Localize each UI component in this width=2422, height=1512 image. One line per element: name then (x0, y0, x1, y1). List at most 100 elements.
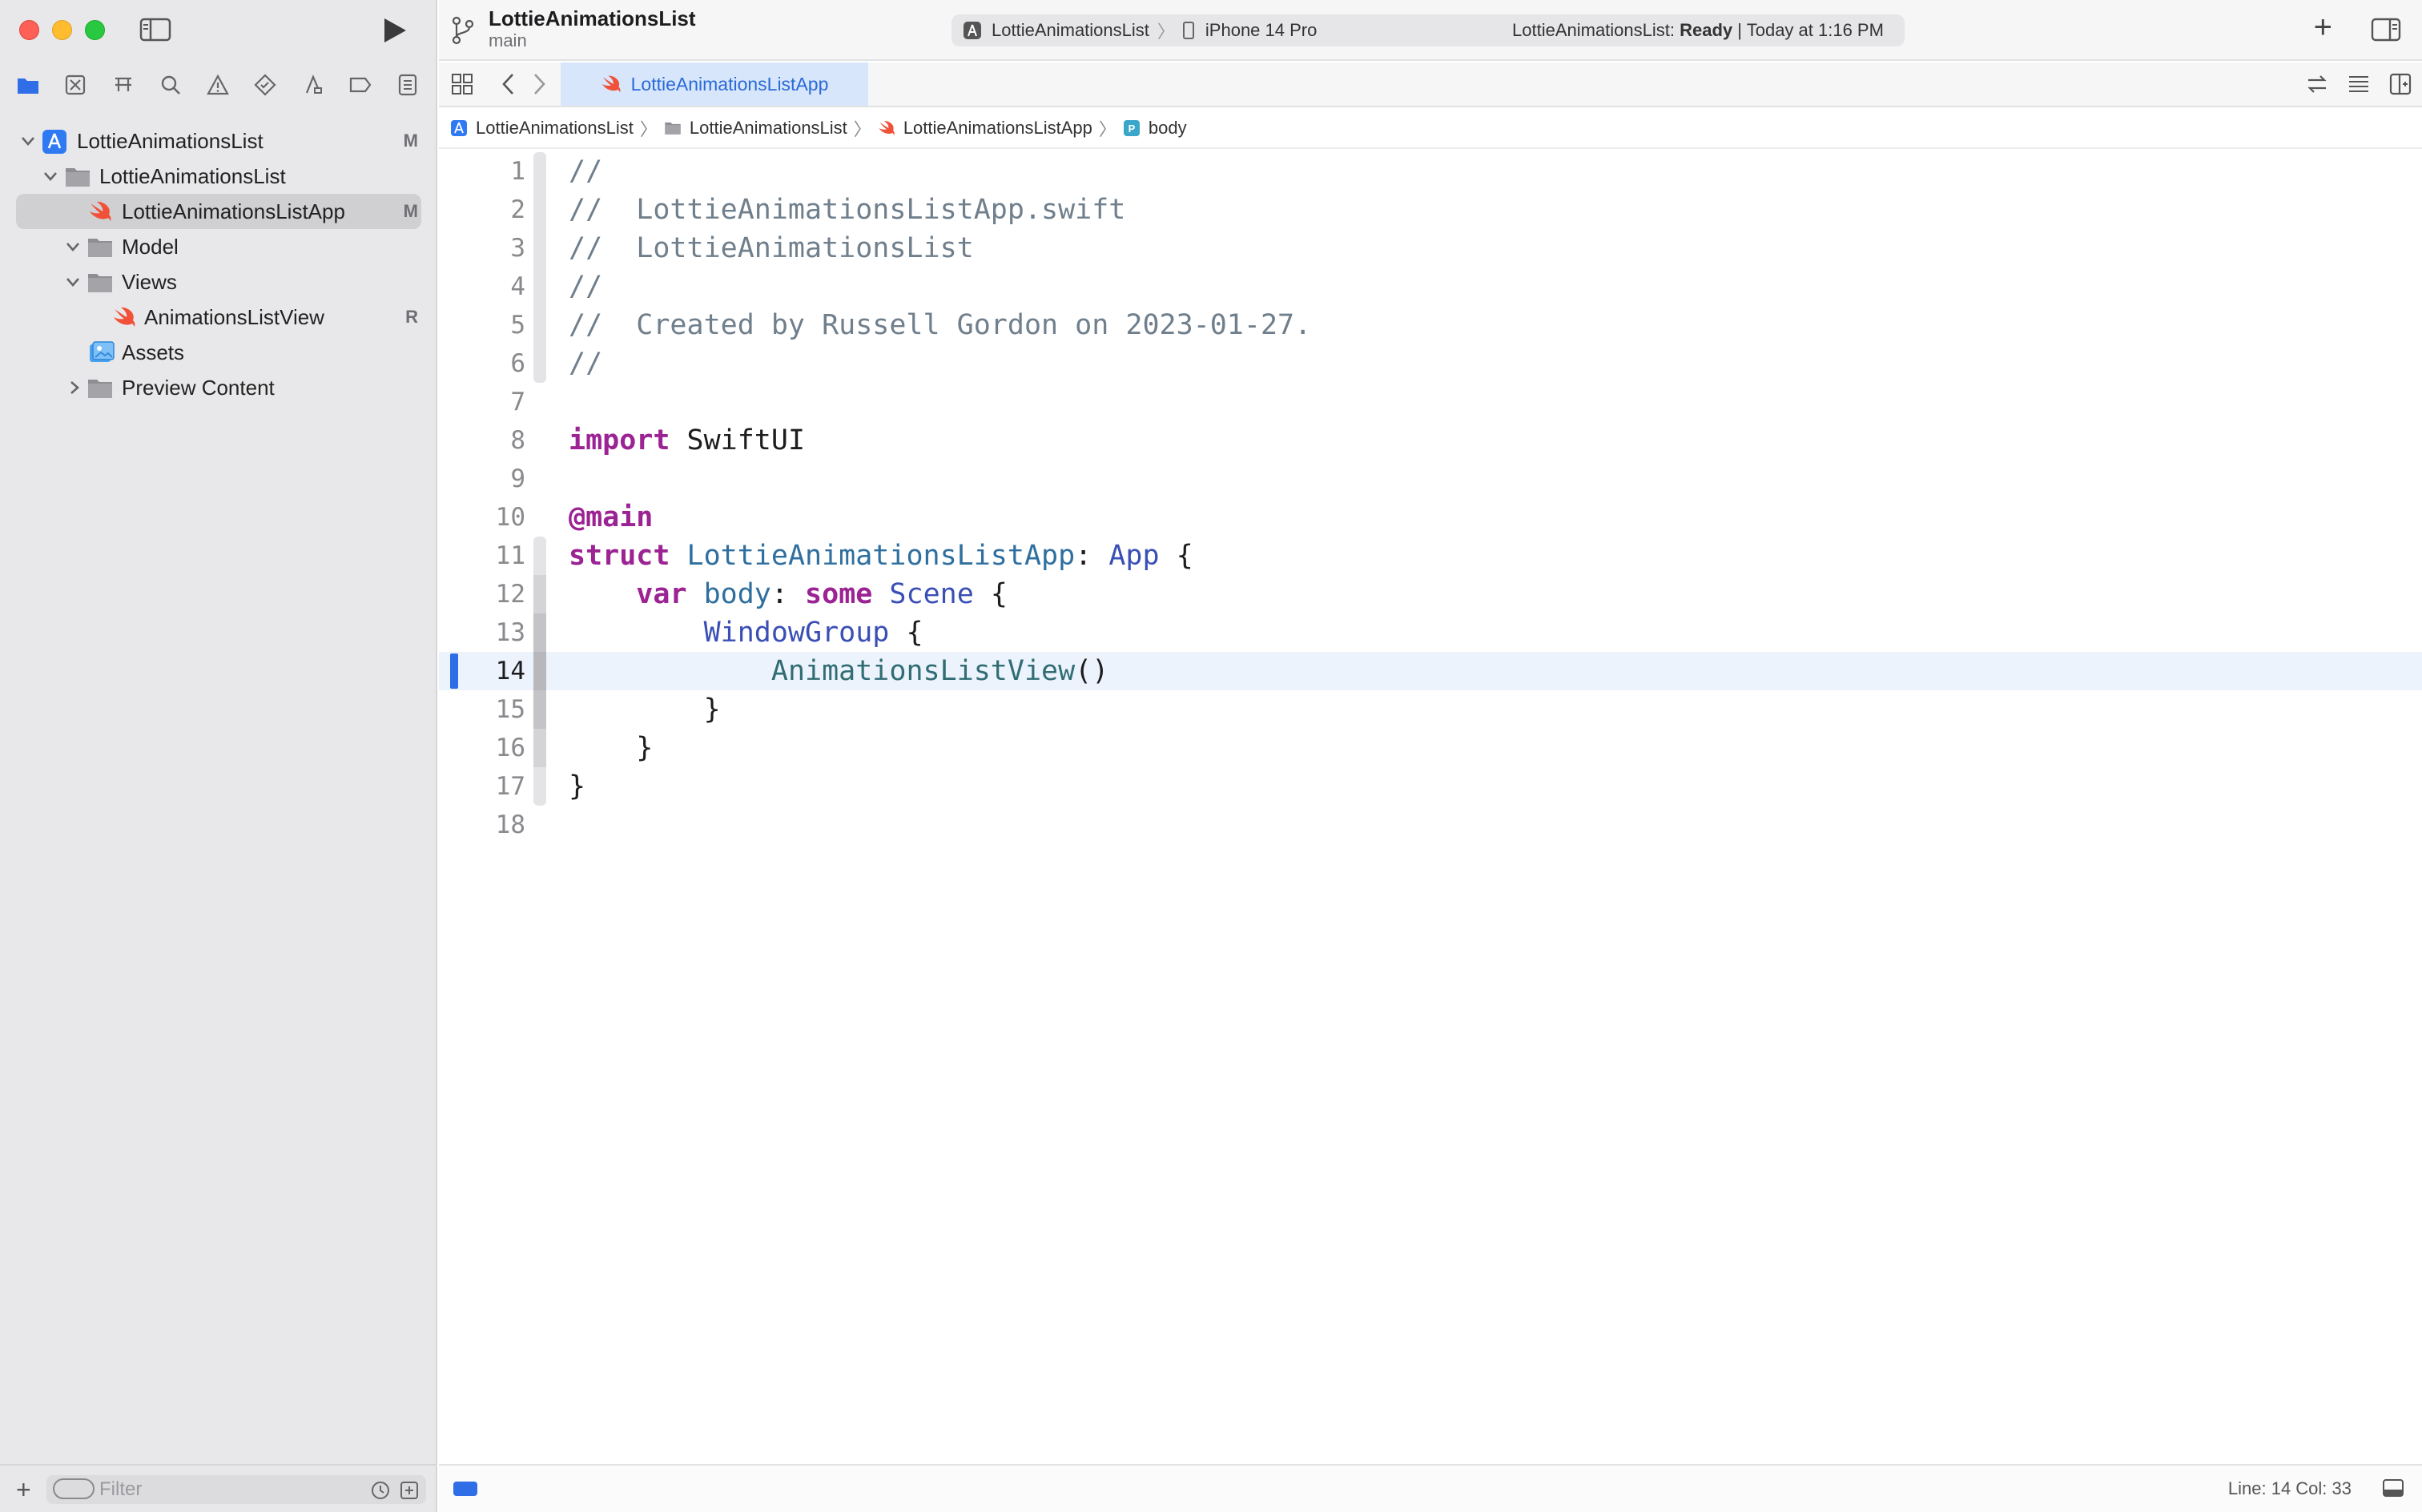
code-line[interactable]: 12 var body: some Scene { (439, 575, 2422, 613)
fold-ribbon[interactable] (533, 537, 546, 575)
code-line[interactable]: 13 WindowGroup { (439, 613, 2422, 652)
code-line[interactable]: 17} (439, 767, 2422, 806)
sidebar-toggle-icon[interactable] (139, 18, 171, 42)
editor-tab-bar: LottieAnimationsListApp (439, 62, 2422, 107)
code-line[interactable]: 1 // (439, 152, 2422, 191)
breadcrumb-symbol[interactable]: P body (1123, 118, 1187, 139)
code-text: struct LottieAnimationsListApp: App { (569, 540, 1193, 572)
breakpoint-icon[interactable] (347, 71, 374, 99)
folder-icon (88, 380, 112, 398)
fold-ribbon[interactable] (533, 152, 546, 191)
fold-ribbon[interactable] (533, 613, 546, 652)
branch-icon[interactable] (450, 16, 476, 45)
code-line[interactable]: 15 } (439, 690, 2422, 729)
tree-item-group[interactable]: LottieAnimationsList (0, 159, 437, 194)
add-library-button[interactable]: + (2314, 11, 2332, 43)
tree-item-assets[interactable]: Assets (0, 335, 437, 370)
code-review-icon[interactable] (2305, 72, 2329, 96)
code-line[interactable]: 2 // LottieAnimationsListApp.swift (439, 191, 2422, 229)
code-line[interactable]: 8 import SwiftUI (439, 421, 2422, 460)
forward-icon[interactable] (529, 70, 549, 98)
chevron-down-icon[interactable] (64, 273, 82, 291)
debug-icon[interactable] (300, 71, 327, 99)
minimize-window-button[interactable] (52, 20, 72, 40)
code-line[interactable]: 9 (439, 460, 2422, 498)
split-editor-icon[interactable] (2388, 72, 2412, 96)
breadcrumb-project[interactable]: LottieAnimationsList (450, 118, 634, 139)
related-items-icon[interactable] (450, 72, 474, 96)
symbol-icon[interactable] (110, 71, 137, 99)
code-line[interactable]: 3 // LottieAnimationsList (439, 229, 2422, 267)
fold-ribbon[interactable] (533, 306, 546, 344)
source-control-icon[interactable] (62, 71, 89, 99)
breadcrumb-label: body (1148, 118, 1187, 138)
chevron-right-icon[interactable] (66, 379, 83, 396)
test-icon[interactable] (251, 71, 279, 99)
report-icon[interactable] (394, 71, 421, 99)
fold-ribbon[interactable] (533, 229, 546, 267)
fold-ribbon[interactable] (533, 191, 546, 229)
folder-icon (88, 274, 112, 292)
source-editor[interactable]: 1 // 2 // LottieAnimationsListApp.swift 3 /… (439, 152, 2422, 1466)
fold-ribbon[interactable] (533, 344, 546, 383)
branch-name: main (489, 30, 527, 50)
code-line[interactable]: 10 @main (439, 498, 2422, 537)
find-icon[interactable] (157, 71, 184, 99)
fold-ribbon[interactable] (533, 575, 546, 613)
run-button[interactable] (380, 16, 408, 45)
tree-item-selected-file[interactable]: LottieAnimationsListApp M (16, 194, 421, 229)
tree-item-folder-views[interactable]: Views (0, 264, 437, 300)
breadcrumb-group[interactable]: LottieAnimationsList (664, 118, 847, 139)
recent-files-icon[interactable] (370, 1480, 391, 1501)
code-line[interactable]: 16 } (439, 729, 2422, 767)
editor-options-icon[interactable] (2347, 72, 2371, 96)
chevron-down-icon[interactable] (64, 238, 82, 255)
tab-lottieanimationslistapp[interactable]: LottieAnimationsListApp (561, 62, 868, 106)
code-line[interactable]: 18 (439, 806, 2422, 844)
code-line[interactable]: 11 struct LottieAnimationsListApp: App { (439, 537, 2422, 575)
close-window-button[interactable] (19, 20, 39, 40)
zoom-window-button[interactable] (85, 20, 105, 40)
debug-area-toggle[interactable] (453, 1482, 477, 1496)
line-number: 18 (495, 810, 525, 839)
current-code-line[interactable]: 14 AnimationsListView() (439, 652, 2422, 690)
chevron-down-icon[interactable] (19, 132, 37, 150)
tree-item-file-animationslistview[interactable]: AnimationsListView R (0, 300, 437, 335)
breadcrumb-file[interactable]: LottieAnimationsListApp (878, 118, 1092, 139)
code-line[interactable]: 4 // (439, 267, 2422, 306)
run-destination-selector[interactable]: iPhone 14 Pro (1205, 20, 1317, 41)
fold-ribbon[interactable] (533, 652, 546, 690)
debug-area-icon[interactable] (2382, 1478, 2404, 1498)
add-file-button[interactable]: + (16, 1477, 31, 1502)
code-line[interactable]: 5 // Created by Russell Gordon on 2023-01… (439, 306, 2422, 344)
filter-options-icon[interactable] (53, 1478, 95, 1499)
scm-status-badge: M (403, 201, 418, 221)
issue-icon[interactable] (204, 71, 231, 99)
tree-item-label: Assets (122, 340, 185, 364)
tree-item-folder-model[interactable]: Model (0, 229, 437, 264)
code-line[interactable]: 7 (439, 383, 2422, 421)
back-icon[interactable] (498, 70, 519, 98)
tree-item-folder-preview-content[interactable]: Preview Content (0, 370, 437, 405)
code-line[interactable]: 6 // (439, 344, 2422, 383)
fold-ribbon[interactable] (533, 729, 546, 767)
filter-field[interactable]: Filter (46, 1475, 426, 1504)
chevron-down-icon[interactable] (42, 167, 59, 185)
scm-filter-icon[interactable] (399, 1480, 420, 1501)
fold-ribbon[interactable] (533, 690, 546, 729)
swift-file-icon (114, 307, 135, 327)
status-time: | Today at 1:16 PM (1737, 20, 1884, 40)
inspector-toggle-icon[interactable] (2371, 18, 2401, 42)
line-number: 6 (510, 349, 525, 378)
folder-icon[interactable] (14, 71, 42, 99)
code-text: // LottieAnimationsList (569, 232, 974, 264)
code-text: } (569, 732, 654, 764)
tree-item-project[interactable]: LottieAnimationsList M (0, 123, 437, 159)
scm-status-badge: R (405, 307, 418, 327)
chevron-right-icon: 〉 (639, 119, 658, 139)
fold-ribbon[interactable] (533, 267, 546, 306)
code-text: // (569, 348, 603, 380)
fold-ribbon[interactable] (533, 767, 546, 806)
navigator-filter-bar: + Filter (0, 1464, 437, 1512)
scheme-selector[interactable]: LottieAnimationsList (992, 20, 1149, 41)
